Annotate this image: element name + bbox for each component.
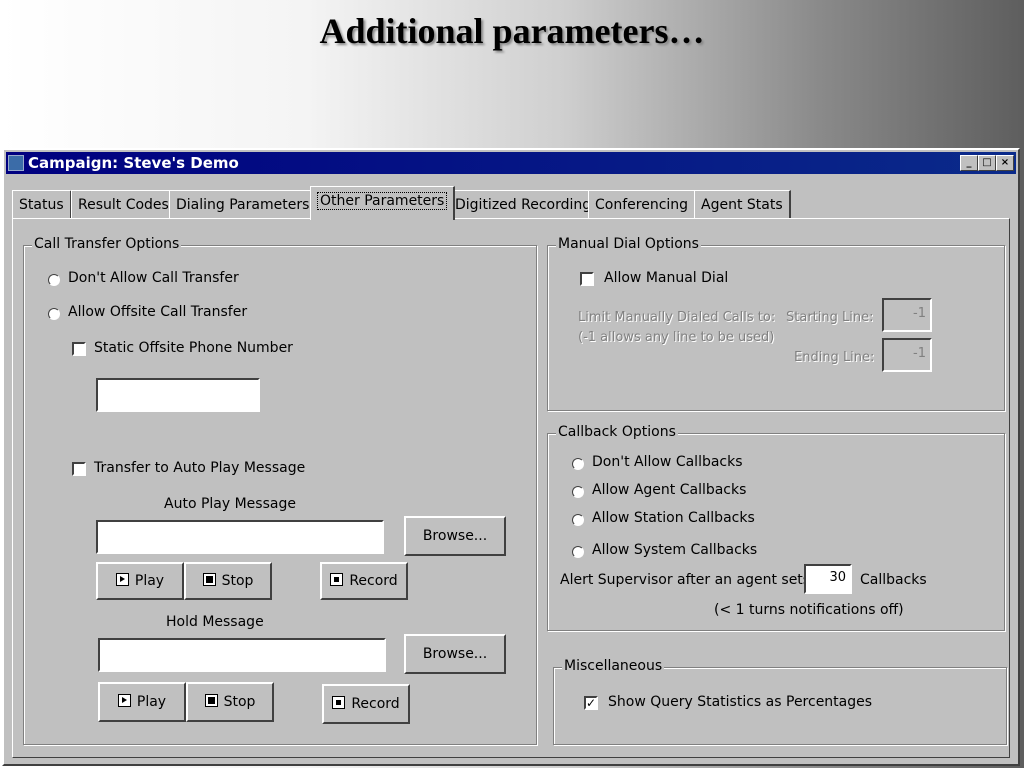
static-phone-checkbox[interactable] [72, 342, 86, 356]
tab-digitized-recording[interactable]: Digitized Recording [448, 190, 600, 218]
misc-group: Miscellaneous ✓ Show Query Statistics as… [553, 658, 1007, 745]
starting-line-label: Starting Line: [786, 310, 874, 325]
record-icon [332, 696, 346, 709]
manual-dial-group: Manual Dial Options Allow Manual Dial Li… [547, 236, 1005, 411]
tab-result-codes[interactable]: Result Codes [71, 190, 177, 218]
dont-allow-transfer-label: Don't Allow Call Transfer [68, 270, 239, 286]
station-callbacks-label: Allow Station Callbacks [592, 510, 755, 526]
starting-line-input[interactable]: -1 [882, 298, 932, 332]
tab-dialing-parameters[interactable]: Dialing Parameters [169, 190, 318, 218]
minimize-icon[interactable]: _ [960, 155, 978, 171]
hold-play-button[interactable]: Play [98, 682, 186, 722]
alert-supervisor-label: Alert Supervisor after an agent sets [560, 572, 811, 588]
alert-callbacks-input[interactable]: 30 [804, 564, 852, 594]
campaign-window: Campaign: Steve's Demo _ □ × Status Resu… [2, 148, 1020, 766]
tab-other-parameters[interactable]: Other Parameters [310, 186, 456, 220]
tab-agent-stats[interactable]: Agent Stats [694, 190, 791, 218]
call-transfer-group: Call Transfer Options Don't Allow Call T… [23, 236, 537, 745]
play-icon [115, 573, 129, 586]
call-transfer-legend: Call Transfer Options [32, 236, 182, 252]
record-icon [330, 573, 344, 586]
auto-play-record-button[interactable]: Record [320, 562, 408, 600]
auto-play-stop-button[interactable]: Stop [184, 562, 272, 600]
system-callbacks-label: Allow System Callbacks [592, 542, 758, 558]
agent-callbacks-label: Allow Agent Callbacks [592, 482, 747, 498]
misc-legend: Miscellaneous [562, 658, 665, 674]
hold-record-button[interactable]: Record [322, 684, 410, 724]
system-callbacks-radio[interactable] [572, 546, 584, 558]
agent-callbacks-radio[interactable] [572, 486, 584, 498]
maximize-icon[interactable]: □ [978, 155, 996, 171]
callback-group: Callback Options Don't Allow Callbacks A… [547, 424, 1005, 631]
hold-browse-button[interactable]: Browse... [404, 634, 506, 674]
tab-status[interactable]: Status [12, 190, 72, 218]
dont-allow-transfer-radio[interactable] [48, 274, 60, 286]
tab-conferencing[interactable]: Conferencing [588, 190, 697, 218]
allow-offsite-transfer-label: Allow Offsite Call Transfer [68, 304, 248, 320]
auto-play-message-input[interactable] [96, 520, 384, 554]
stop-icon [202, 573, 216, 586]
static-phone-input[interactable] [96, 378, 260, 412]
callback-legend: Callback Options [556, 424, 678, 440]
show-query-label: Show Query Statistics as Percentages [608, 694, 873, 710]
slide-title: Additional parameters… [319, 11, 705, 51]
title-bar: Campaign: Steve's Demo _ □ × [6, 152, 1016, 174]
auto-play-play-button[interactable]: Play [96, 562, 184, 600]
auto-play-message-label: Auto Play Message [164, 496, 296, 512]
close-icon[interactable]: × [996, 155, 1014, 171]
manual-dial-legend: Manual Dial Options [556, 236, 701, 252]
window-title: Campaign: Steve's Demo [28, 154, 239, 172]
dont-allow-callbacks-label: Don't Allow Callbacks [592, 454, 743, 470]
stop-icon [204, 694, 218, 707]
limit-line1-label: Limit Manually Dialed Calls to: [578, 310, 776, 325]
ending-line-input[interactable]: -1 [882, 338, 932, 372]
alert-note: (< 1 turns notifications off) [714, 602, 904, 618]
hold-message-label: Hold Message [166, 614, 264, 630]
dont-allow-callbacks-radio[interactable] [572, 458, 584, 470]
play-icon [117, 694, 131, 707]
other-parameters-panel: Call Transfer Options Don't Allow Call T… [12, 218, 1010, 758]
allow-offsite-transfer-radio[interactable] [48, 308, 60, 320]
auto-play-browse-button[interactable]: Browse... [404, 516, 506, 556]
hold-message-input[interactable] [98, 638, 386, 672]
static-phone-label: Static Offsite Phone Number [94, 340, 293, 356]
alert-callbacks-suffix: Callbacks [860, 572, 927, 588]
show-query-checkbox[interactable]: ✓ [584, 696, 598, 710]
transfer-auto-play-checkbox[interactable] [72, 462, 86, 476]
station-callbacks-radio[interactable] [572, 514, 584, 526]
app-icon [8, 155, 24, 171]
hold-stop-button[interactable]: Stop [186, 682, 274, 722]
transfer-auto-play-label: Transfer to Auto Play Message [94, 460, 306, 476]
allow-manual-dial-checkbox[interactable] [580, 272, 594, 286]
limit-line2-label: (-1 allows any line to be used) [578, 330, 775, 345]
ending-line-label: Ending Line: [794, 350, 875, 365]
allow-manual-dial-label: Allow Manual Dial [604, 270, 729, 286]
